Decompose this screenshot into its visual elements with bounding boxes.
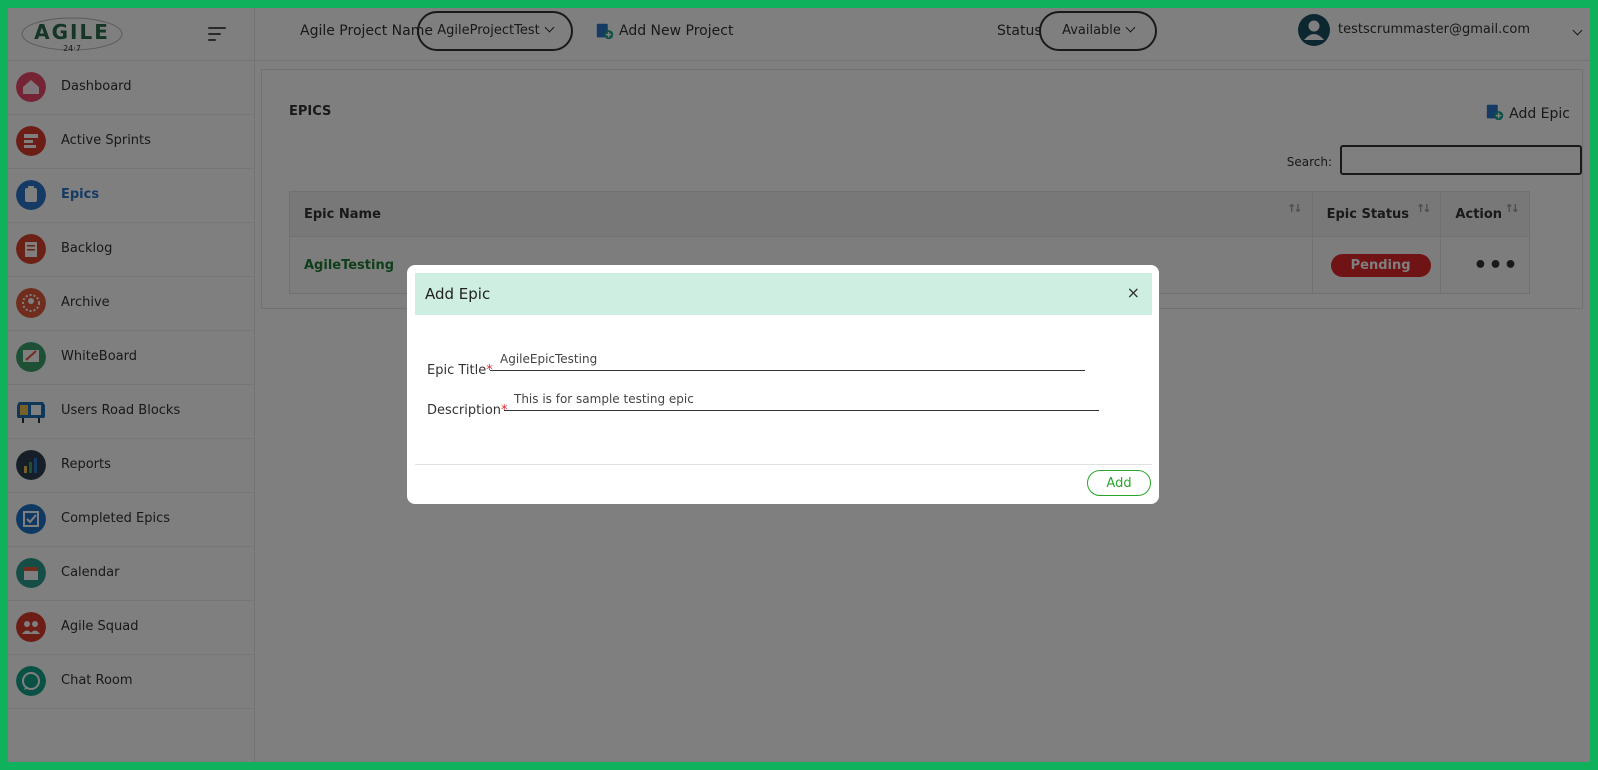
description-input[interactable] [504,387,1099,411]
modal-title: Add Epic [425,285,491,303]
app-window: AGILE 24·7 Dashboard Active Sprints [8,8,1590,762]
modal-header: Add Epic × [415,273,1152,315]
epic-title-label: Epic Title* [427,363,493,378]
add-button[interactable]: Add [1087,470,1151,496]
add-epic-modal: Add Epic × Epic Title* Description* Add [407,265,1159,504]
modal-divider [415,464,1152,465]
epic-title-input[interactable] [490,347,1085,371]
description-label: Description* [427,403,508,418]
close-icon[interactable]: × [1127,283,1140,302]
